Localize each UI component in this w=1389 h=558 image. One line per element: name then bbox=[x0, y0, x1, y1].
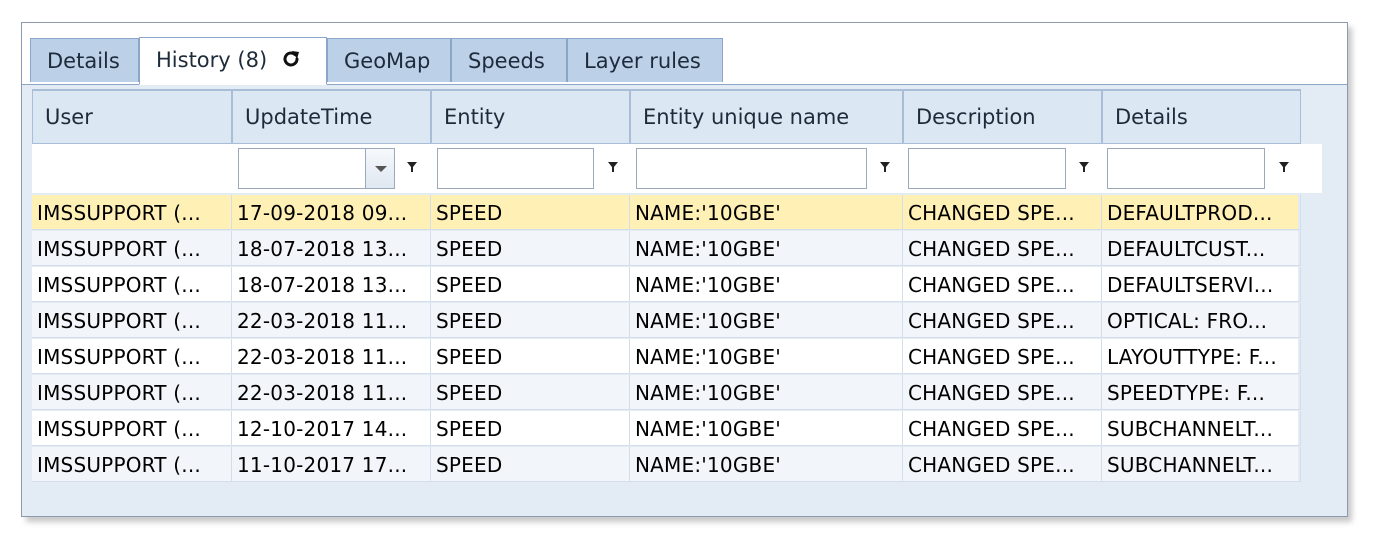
filter-icon[interactable] bbox=[606, 160, 620, 176]
details-filter-input[interactable] bbox=[1107, 148, 1265, 189]
table-row[interactable]: IMSSUPPORT (... 22-03-2018 11... SPEED NAME… bbox=[32, 303, 1301, 338]
column-header-description[interactable]: Description bbox=[903, 89, 1102, 144]
filter-icon[interactable] bbox=[1277, 160, 1291, 176]
description-cell: CHANGED SPE... bbox=[903, 303, 1102, 338]
details-cell: DEFAULTCUST... bbox=[1102, 231, 1301, 266]
table-row[interactable]: IMSSUPPORT (... 11-10-2017 17... SPEED NAME… bbox=[32, 447, 1301, 482]
entity-unique-name-cell: NAME:'10GBE' bbox=[630, 231, 903, 266]
entity-cell: SPEED bbox=[431, 375, 630, 410]
entity-unique-name-cell: NAME:'10GBE' bbox=[630, 411, 903, 446]
details-cell: SUBCHANNELT... bbox=[1102, 447, 1301, 482]
description-cell: CHANGED SPE... bbox=[903, 231, 1102, 266]
entity-filter-input[interactable] bbox=[437, 148, 594, 189]
table-row[interactable]: IMSSUPPORT (... 18-07-2018 13... SPEED NAME… bbox=[32, 231, 1301, 266]
user-cell: IMSSUPPORT (... bbox=[32, 303, 232, 338]
table-row[interactable]: IMSSUPPORT (... 22-03-2018 11... SPEED NAME… bbox=[32, 339, 1301, 374]
entity-unique-name-cell: NAME:'10GBE' bbox=[630, 267, 903, 302]
column-header-entity[interactable]: Entity bbox=[431, 89, 630, 144]
description-cell: CHANGED SPE... bbox=[903, 411, 1102, 446]
user-cell: IMSSUPPORT (... bbox=[32, 339, 232, 374]
tab-label: Layer rules bbox=[584, 49, 701, 73]
entity-cell: SPEED bbox=[431, 339, 630, 374]
history-panel: Details History (8) GeoMap Speeds Layer … bbox=[21, 22, 1348, 517]
entity-unique-name-cell: NAME:'10GBE' bbox=[630, 447, 903, 482]
entity-unique-name-cell: NAME:'10GBE' bbox=[630, 375, 903, 410]
description-filter-input[interactable] bbox=[908, 148, 1066, 189]
tab-label: History (8) bbox=[156, 48, 268, 72]
entity-cell: SPEED bbox=[431, 231, 630, 266]
filter-row bbox=[32, 144, 1322, 193]
filter-icon[interactable] bbox=[1077, 160, 1091, 176]
details-cell: SPEEDTYPE: F... bbox=[1102, 375, 1301, 410]
tab-geomap[interactable]: GeoMap bbox=[327, 38, 451, 82]
tab-bar: Details History (8) GeoMap Speeds Layer … bbox=[22, 23, 1347, 85]
table-row[interactable]: IMSSUPPORT (... 17-09-2018 09... SPEED NAME… bbox=[32, 195, 1301, 230]
user-cell: IMSSUPPORT (... bbox=[32, 375, 232, 410]
details-cell: DEFAULTPROD... bbox=[1102, 195, 1301, 230]
details-cell: SUBCHANNELT... bbox=[1102, 411, 1301, 446]
user-cell: IMSSUPPORT (... bbox=[32, 267, 232, 302]
description-cell: CHANGED SPE... bbox=[903, 447, 1102, 482]
user-cell: IMSSUPPORT (... bbox=[32, 447, 232, 482]
entity-unique-name-cell: NAME:'10GBE' bbox=[630, 195, 903, 230]
updatetime-cell: 18-07-2018 13... bbox=[232, 231, 431, 266]
entity-unique-name-filter-input[interactable] bbox=[636, 148, 867, 189]
details-cell: LAYOUTTYPE: F... bbox=[1102, 339, 1301, 374]
column-header-entity-unique-name[interactable]: Entity unique name bbox=[630, 89, 903, 144]
description-cell: CHANGED SPE... bbox=[903, 339, 1102, 374]
entity-unique-name-cell: NAME:'10GBE' bbox=[630, 339, 903, 374]
column-header-details[interactable]: Details bbox=[1102, 89, 1301, 144]
details-cell: DEFAULTSERVI... bbox=[1102, 267, 1301, 302]
description-cell: CHANGED SPE... bbox=[903, 195, 1102, 230]
tab-label: Speeds bbox=[468, 49, 545, 73]
entity-cell: SPEED bbox=[431, 303, 630, 338]
tab-label: Details bbox=[47, 49, 120, 73]
tab-layer-rules[interactable]: Layer rules bbox=[567, 38, 723, 82]
filter-icon[interactable] bbox=[878, 160, 892, 176]
updatetime-cell: 17-09-2018 09... bbox=[232, 195, 431, 230]
table-row[interactable]: IMSSUPPORT (... 12-10-2017 14... SPEED NAME… bbox=[32, 411, 1301, 446]
column-header-user[interactable]: User bbox=[32, 89, 232, 144]
entity-cell: SPEED bbox=[431, 195, 630, 230]
description-cell: CHANGED SPE... bbox=[903, 267, 1102, 302]
entity-cell: SPEED bbox=[431, 447, 630, 482]
user-cell: IMSSUPPORT (... bbox=[32, 195, 232, 230]
column-header-updatetime[interactable]: UpdateTime bbox=[232, 89, 431, 144]
updatetime-cell: 11-10-2017 17... bbox=[232, 447, 431, 482]
entity-cell: SPEED bbox=[431, 411, 630, 446]
table-row[interactable]: IMSSUPPORT (... 22-03-2018 11... SPEED NAME… bbox=[32, 375, 1301, 410]
tab-label: GeoMap bbox=[344, 49, 431, 73]
updatetime-filter-input[interactable] bbox=[238, 148, 366, 189]
updatetime-cell: 18-07-2018 13... bbox=[232, 267, 431, 302]
tab-speeds[interactable]: Speeds bbox=[451, 38, 567, 82]
updatetime-cell: 12-10-2017 14... bbox=[232, 411, 431, 446]
refresh-icon[interactable] bbox=[280, 41, 302, 85]
user-cell: IMSSUPPORT (... bbox=[32, 411, 232, 446]
tab-history[interactable]: History (8) bbox=[139, 37, 327, 85]
updatetime-cell: 22-03-2018 11... bbox=[232, 339, 431, 374]
entity-unique-name-cell: NAME:'10GBE' bbox=[630, 303, 903, 338]
updatetime-cell: 22-03-2018 11... bbox=[232, 303, 431, 338]
tab-details[interactable]: Details bbox=[30, 38, 139, 82]
table-row[interactable]: IMSSUPPORT (... 18-07-2018 13... SPEED NAME… bbox=[32, 267, 1301, 302]
description-cell: CHANGED SPE... bbox=[903, 375, 1102, 410]
entity-cell: SPEED bbox=[431, 267, 630, 302]
user-cell: IMSSUPPORT (... bbox=[32, 231, 232, 266]
filter-icon[interactable] bbox=[405, 160, 419, 176]
updatetime-cell: 22-03-2018 11... bbox=[232, 375, 431, 410]
details-cell: OPTICAL: FRO... bbox=[1102, 303, 1301, 338]
chevron-down-icon bbox=[375, 166, 387, 172]
updatetime-filter-dropdown[interactable] bbox=[365, 148, 395, 189]
